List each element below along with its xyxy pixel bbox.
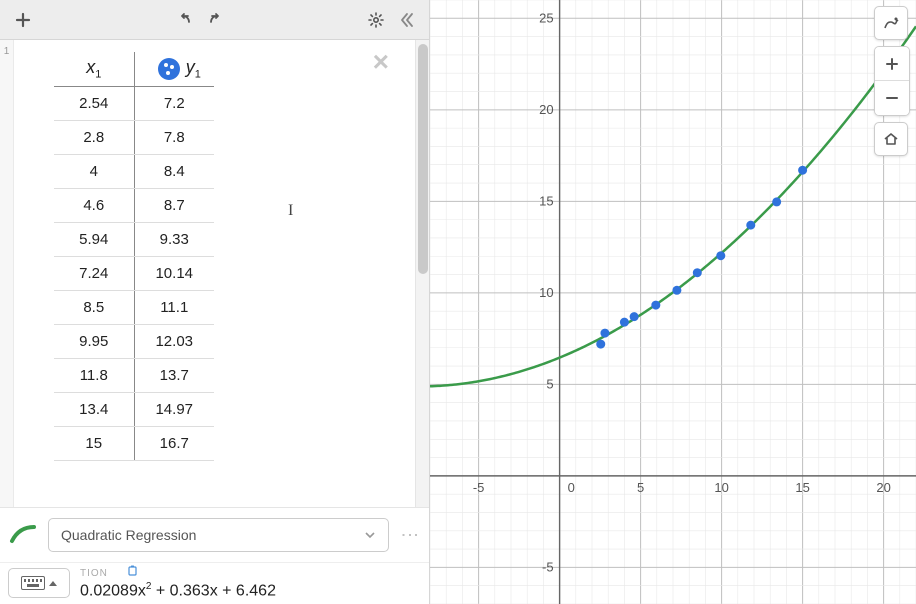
- cell-y[interactable]: 8.7: [134, 188, 214, 222]
- copy-equation-icon[interactable]: [127, 565, 139, 580]
- data-point[interactable]: [651, 301, 660, 310]
- vertical-scrollbar[interactable]: [415, 40, 429, 507]
- column-header-x[interactable]: x1: [54, 52, 134, 86]
- data-point[interactable]: [716, 251, 725, 260]
- cell-y[interactable]: 11.1: [134, 290, 214, 324]
- data-point[interactable]: [620, 318, 629, 327]
- cell-y[interactable]: 7.8: [134, 120, 214, 154]
- cell-x[interactable]: 7.24: [54, 256, 134, 290]
- graph-panel[interactable]: -5 0 5 10 15 20 25 20 15 10 5 -5: [430, 0, 916, 604]
- regression-type-select[interactable]: Quadratic Regression: [48, 518, 389, 552]
- settings-button[interactable]: [361, 5, 391, 35]
- table-row[interactable]: 11.813.7: [54, 358, 214, 392]
- data-point[interactable]: [798, 166, 807, 175]
- cell-x[interactable]: 15: [54, 426, 134, 460]
- add-expression-button[interactable]: [8, 5, 38, 35]
- keyboard-icon: [21, 576, 45, 590]
- equation-formula: 0.02089x2 + 0.363x + 6.462: [80, 581, 421, 600]
- table-row[interactable]: 8.511.1: [54, 290, 214, 324]
- equation-section-label: TION: [80, 568, 108, 579]
- graph-settings-button[interactable]: [874, 6, 908, 40]
- svg-text:-5: -5: [473, 480, 485, 495]
- cell-x[interactable]: 8.5: [54, 290, 134, 324]
- chevron-down-icon: [364, 529, 376, 541]
- data-point[interactable]: [630, 312, 639, 321]
- collapse-panel-button[interactable]: [391, 5, 421, 35]
- cell-x[interactable]: 2.54: [54, 86, 134, 120]
- table-row[interactable]: 48.4: [54, 154, 214, 188]
- data-point[interactable]: [746, 221, 755, 230]
- delete-expression-button[interactable]: ×: [373, 48, 389, 76]
- svg-text:20: 20: [539, 102, 553, 117]
- row-gutter: 1: [0, 40, 14, 507]
- cell-y[interactable]: 14.97: [134, 392, 214, 426]
- text-caret-icon: I: [288, 202, 293, 220]
- regression-row: Quadratic Regression ⋮: [0, 507, 429, 562]
- svg-text:-5: -5: [542, 559, 554, 574]
- regression-curve-icon[interactable]: [8, 520, 38, 550]
- table-row[interactable]: 7.2410.14: [54, 256, 214, 290]
- svg-text:15: 15: [795, 480, 809, 495]
- expression-toolbar: [0, 0, 429, 40]
- data-point[interactable]: [693, 268, 702, 277]
- keypad-toggle-button[interactable]: [8, 568, 70, 598]
- redo-button[interactable]: [200, 5, 230, 35]
- zoom-out-button[interactable]: [875, 81, 909, 115]
- scrollbar-thumb[interactable]: [418, 44, 428, 274]
- svg-text:0: 0: [568, 480, 575, 495]
- cell-x[interactable]: 4.6: [54, 188, 134, 222]
- cell-y[interactable]: 7.2: [134, 86, 214, 120]
- data-point[interactable]: [772, 197, 781, 206]
- regression-type-label: Quadratic Regression: [61, 527, 196, 543]
- cell-y[interactable]: 8.4: [134, 154, 214, 188]
- table-row[interactable]: 13.414.97: [54, 392, 214, 426]
- column-header-y[interactable]: y1: [134, 52, 214, 86]
- points-style-icon[interactable]: [158, 58, 180, 80]
- cell-x[interactable]: 4: [54, 154, 134, 188]
- regression-options-button[interactable]: ⋮: [399, 526, 421, 543]
- home-button[interactable]: [874, 122, 908, 156]
- table-row[interactable]: 5.949.33: [54, 222, 214, 256]
- cell-x[interactable]: 2.8: [54, 120, 134, 154]
- table-row[interactable]: 1516.7: [54, 426, 214, 460]
- expression-content[interactable]: × x1 y1 2.547.22.87.848.44.68.75.949.337…: [14, 40, 429, 507]
- cell-x[interactable]: 13.4: [54, 392, 134, 426]
- cell-y[interactable]: 13.7: [134, 358, 214, 392]
- cell-x[interactable]: 11.8: [54, 358, 134, 392]
- cell-y[interactable]: 16.7: [134, 426, 214, 460]
- table-row[interactable]: 2.547.2: [54, 86, 214, 120]
- svg-text:10: 10: [714, 480, 728, 495]
- cell-y[interactable]: 12.03: [134, 324, 214, 358]
- data-table[interactable]: x1 y1 2.547.22.87.848.44.68.75.949.337.2…: [54, 52, 214, 461]
- caret-up-icon: [49, 581, 57, 586]
- table-row[interactable]: 2.87.8: [54, 120, 214, 154]
- cell-x[interactable]: 5.94: [54, 222, 134, 256]
- graph-canvas[interactable]: -5 0 5 10 15 20 25 20 15 10 5 -5: [430, 0, 916, 604]
- cell-y[interactable]: 9.33: [134, 222, 214, 256]
- table-row[interactable]: 4.68.7: [54, 188, 214, 222]
- svg-text:15: 15: [539, 193, 553, 208]
- svg-text:10: 10: [539, 285, 553, 300]
- svg-text:5: 5: [637, 480, 644, 495]
- data-point[interactable]: [600, 329, 609, 338]
- table-row[interactable]: 9.9512.03: [54, 324, 214, 358]
- undo-button[interactable]: [170, 5, 200, 35]
- svg-text:25: 25: [539, 10, 553, 25]
- row-number: 1: [0, 46, 13, 57]
- svg-text:20: 20: [876, 480, 890, 495]
- data-point[interactable]: [672, 286, 681, 295]
- cell-y[interactable]: 10.14: [134, 256, 214, 290]
- zoom-in-button[interactable]: [875, 47, 909, 81]
- cell-x[interactable]: 9.95: [54, 324, 134, 358]
- svg-text:5: 5: [546, 376, 553, 391]
- data-point[interactable]: [596, 340, 605, 349]
